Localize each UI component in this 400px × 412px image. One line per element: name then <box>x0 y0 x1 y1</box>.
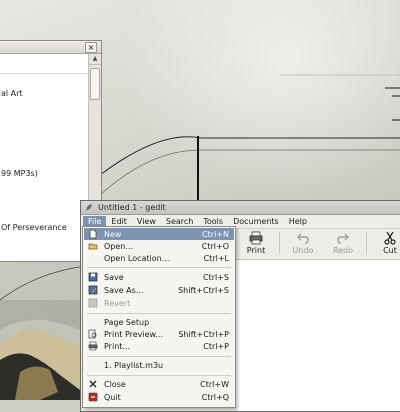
save-as-icon <box>88 285 98 295</box>
menu-item-revert[interactable]: Revert <box>84 297 234 309</box>
menu-separator <box>87 356 231 357</box>
menu-item-new[interactable]: New Ctrl+N <box>84 228 234 240</box>
menu-item-open-location[interactable]: Open Location... Ctrl+L <box>84 252 234 264</box>
redo-icon <box>337 233 349 244</box>
print-label: Print <box>246 246 266 255</box>
print-preview-icon <box>88 329 98 339</box>
print-button[interactable]: Print <box>236 228 276 258</box>
list-item[interactable]: Of Perseverance <box>1 223 67 232</box>
toolbar: Print Undo Redo Cut <box>236 228 400 258</box>
close-icon <box>88 379 98 389</box>
menu-documents[interactable]: Documents <box>228 216 284 228</box>
menu-item-print-preview[interactable]: Print Preview... Shift+Ctrl+P <box>84 328 234 340</box>
printer-icon <box>249 231 263 245</box>
open-folder-icon <box>88 241 98 251</box>
undo-label: Undo <box>292 246 314 255</box>
scrollbar-thumb[interactable] <box>90 68 100 100</box>
menu-item-print[interactable]: Print... Ctrl+P <box>84 340 234 352</box>
text-editor-area[interactable] <box>236 259 400 411</box>
menu-item-quit[interactable]: Quit Ctrl+Q <box>84 391 234 403</box>
undo-icon <box>297 233 309 244</box>
menu-separator <box>87 267 231 268</box>
revert-icon <box>88 298 98 308</box>
file-menu: New Ctrl+N Open... Ctrl+O Open Location.… <box>82 226 236 408</box>
redo-label: Redo <box>332 246 354 255</box>
redo-button[interactable]: Redo <box>323 228 363 258</box>
undo-button[interactable]: Undo <box>283 228 323 258</box>
gedit-titlebar[interactable]: Untitled 1 - gedit <box>81 201 400 215</box>
menu-item-recent-playlist[interactable]: 1. Playlist.m3u <box>84 359 234 371</box>
menu-separator <box>87 313 231 314</box>
menu-item-page-setup[interactable]: Page Setup <box>84 316 234 328</box>
list-item[interactable]: al Art <box>1 89 23 98</box>
quit-icon <box>88 392 98 402</box>
window-title: Untitled 1 - gedit <box>98 203 166 212</box>
print-icon <box>88 341 98 351</box>
cut-label: Cut <box>383 246 397 255</box>
menu-item-open[interactable]: Open... Ctrl+O <box>84 240 234 252</box>
cut-button[interactable]: Cut <box>370 228 400 258</box>
menu-separator <box>87 375 231 376</box>
background-window-titlebar: × <box>0 41 101 54</box>
menu-help[interactable]: Help <box>284 216 312 228</box>
save-icon <box>88 272 98 282</box>
menu-item-close[interactable]: Close Ctrl+W <box>84 378 234 390</box>
new-document-icon <box>88 229 98 239</box>
menu-item-save[interactable]: Save Ctrl+S <box>84 271 234 283</box>
scroll-up-icon[interactable]: ▲ <box>89 54 101 65</box>
scissors-icon <box>384 231 396 245</box>
close-icon[interactable]: × <box>85 42 97 53</box>
list-item[interactable]: 99 MP3s) <box>1 169 38 178</box>
menu-item-save-as[interactable]: Save As... Shift+Ctrl+S <box>84 284 234 296</box>
gedit-app-icon <box>85 203 93 212</box>
